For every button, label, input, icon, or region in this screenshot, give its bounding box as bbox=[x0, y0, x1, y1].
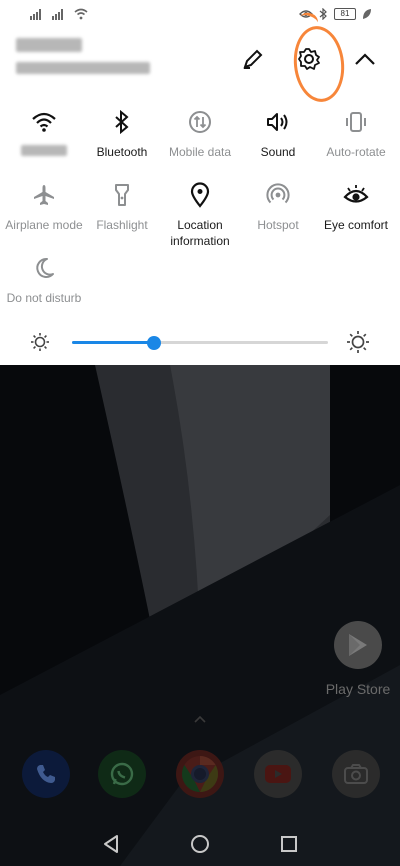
signal-icon bbox=[52, 9, 63, 20]
tile-label: Mobile data bbox=[168, 145, 232, 159]
tile-bluetooth[interactable]: Bluetooth bbox=[82, 108, 162, 160]
chevron-up-icon bbox=[355, 53, 375, 65]
recents-icon bbox=[281, 836, 297, 852]
home-icon bbox=[191, 835, 209, 853]
status-bar: 81 bbox=[0, 0, 400, 28]
camera-icon[interactable] bbox=[332, 750, 380, 798]
tile-airplane-mode[interactable]: Airplane mode bbox=[4, 181, 84, 233]
play-store-app[interactable]: Play Store bbox=[320, 621, 396, 697]
tile-label: Location information bbox=[170, 218, 230, 248]
tile-hotspot[interactable]: Hotspot bbox=[238, 181, 318, 233]
pencil-icon bbox=[243, 49, 263, 69]
wifi-icon bbox=[74, 8, 88, 20]
tile-wifi[interactable] bbox=[4, 108, 84, 160]
gear-icon bbox=[298, 48, 320, 70]
mobile-data-icon bbox=[189, 111, 211, 133]
back-button[interactable] bbox=[99, 832, 123, 856]
tile-label: Hotspot bbox=[257, 218, 299, 232]
location-icon bbox=[190, 182, 210, 208]
tile-label: Sound bbox=[260, 145, 296, 159]
home-button[interactable] bbox=[188, 832, 212, 856]
flashlight-icon bbox=[115, 184, 129, 206]
hotspot-icon bbox=[266, 183, 290, 204]
bluetooth-icon bbox=[319, 8, 327, 20]
battery-icon: 81 bbox=[334, 8, 356, 20]
tile-eye-comfort[interactable]: Eye comfort bbox=[316, 181, 396, 233]
app-dock bbox=[0, 740, 400, 812]
brightness-low-icon bbox=[31, 333, 49, 351]
airplane-icon bbox=[34, 185, 54, 205]
sound-icon bbox=[267, 113, 288, 131]
leaf-icon bbox=[363, 9, 371, 19]
tile-sound[interactable]: Sound bbox=[238, 108, 318, 160]
tile-auto-rotate[interactable]: Auto-rotate bbox=[316, 108, 396, 160]
user-info-redacted[interactable] bbox=[16, 38, 150, 84]
wifi-icon bbox=[32, 112, 56, 132]
brightness-slider[interactable] bbox=[72, 336, 328, 350]
tile-do-not-disturb[interactable]: Do not disturb bbox=[4, 254, 84, 306]
tile-label: Auto-rotate bbox=[326, 145, 386, 159]
redacted-text bbox=[16, 62, 150, 74]
brightness-high-icon bbox=[347, 331, 369, 353]
home-screen: Play Store bbox=[0, 365, 400, 866]
recents-button[interactable] bbox=[277, 832, 301, 856]
tile-label: Eye comfort bbox=[323, 218, 389, 232]
brightness-fill bbox=[72, 341, 154, 344]
whatsapp-icon[interactable] bbox=[98, 750, 146, 798]
chrome-icon[interactable] bbox=[176, 750, 224, 798]
bluetooth-icon bbox=[115, 110, 129, 134]
brightness-control bbox=[0, 330, 400, 356]
tile-label: Bluetooth bbox=[96, 145, 148, 159]
app-drawer-chevron-icon[interactable] bbox=[194, 715, 206, 723]
tile-mobile-data[interactable]: Mobile data bbox=[160, 108, 240, 160]
eye-icon bbox=[343, 185, 369, 203]
wifi-network-name bbox=[21, 145, 67, 156]
battery-level: 81 bbox=[340, 9, 350, 18]
phone-icon[interactable] bbox=[22, 750, 70, 798]
redacted-text bbox=[16, 38, 82, 52]
tile-label: Airplane mode bbox=[5, 218, 83, 232]
tile-location[interactable]: Location information bbox=[160, 181, 240, 249]
moon-icon bbox=[36, 257, 54, 278]
play-store-icon bbox=[334, 621, 382, 669]
back-icon bbox=[104, 835, 118, 853]
navigation-bar bbox=[0, 820, 400, 866]
tile-label: Do not disturb bbox=[6, 291, 82, 305]
youtube-icon[interactable] bbox=[254, 750, 302, 798]
collapse-button[interactable] bbox=[348, 42, 382, 76]
tile-flashlight[interactable]: Flashlight bbox=[82, 181, 162, 233]
tile-label: Flashlight bbox=[96, 218, 148, 232]
auto-rotate-icon bbox=[346, 112, 366, 132]
play-store-label: Play Store bbox=[325, 681, 391, 697]
brightness-thumb[interactable] bbox=[146, 336, 161, 350]
quick-settings-panel: 81 Bluetooth Mobile data Sound Auto-rota… bbox=[0, 0, 400, 365]
settings-button[interactable] bbox=[292, 42, 326, 76]
signal-icon bbox=[30, 9, 41, 20]
edit-button[interactable] bbox=[236, 42, 270, 76]
